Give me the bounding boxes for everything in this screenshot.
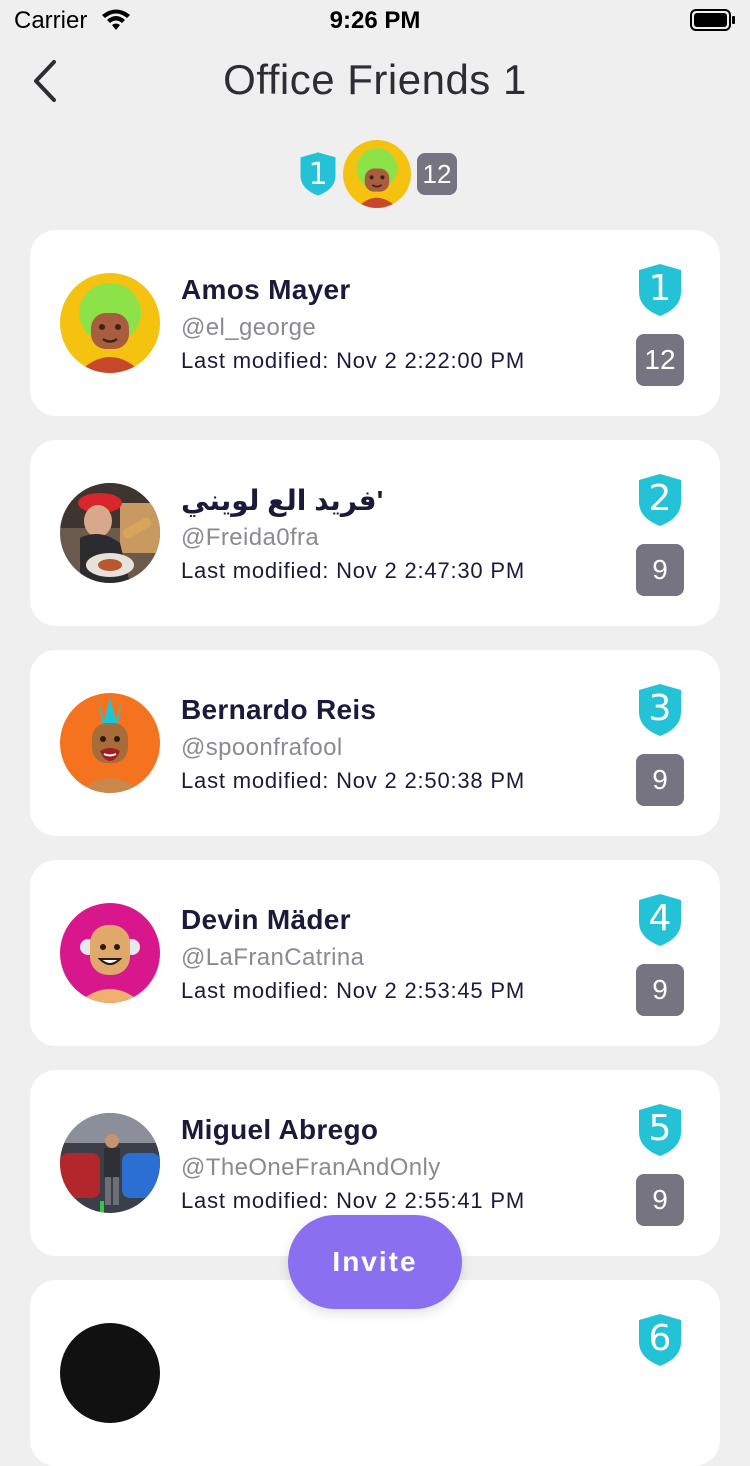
avatar (343, 140, 411, 208)
avatar (60, 693, 160, 793)
count-badge: 9 (636, 964, 684, 1016)
friend-card[interactable]: Bernardo Reis @spoonfrafool Last modifie… (30, 650, 720, 836)
friend-handle: @Freida0fra (181, 524, 320, 551)
avatar (60, 483, 160, 583)
summary-rank-number: 1 (308, 157, 328, 192)
friend-card[interactable]: فريد الع لويني' @Freida0fra Last modifie… (30, 440, 720, 626)
last-modified: Last modified: Nov 2 2:50:38 PM (181, 768, 525, 793)
friend-handle: @TheOneFranAndOnly (181, 1154, 441, 1181)
rank-number: 5 (648, 1108, 672, 1149)
count-badge: 12 (636, 334, 684, 386)
summary-count-badge: 12 (417, 153, 457, 195)
rank-badge: 5 (636, 1102, 684, 1158)
rank-number: 1 (648, 268, 672, 309)
rank-number: 3 (648, 688, 672, 729)
rank-badge: 6 (636, 1312, 684, 1368)
friend-handle: @LaFranCatrina (181, 944, 365, 971)
friend-name: Amos Mayer (181, 274, 351, 305)
avatar (60, 903, 160, 1003)
avatar (60, 1113, 160, 1213)
invite-button[interactable]: Invite (288, 1215, 462, 1309)
rank-badge: 4 (636, 892, 684, 948)
rank-number: 6 (648, 1318, 672, 1359)
last-modified: Last modified: Nov 2 2:53:45 PM (181, 978, 525, 1003)
friend-card[interactable]: Devin Mäder @LaFranCatrina Last modified… (30, 860, 720, 1046)
avatar (60, 273, 160, 373)
rank-badge: 1 (636, 262, 684, 318)
clock: 9:26 PM (329, 7, 421, 34)
friend-handle: @spoonfrafool (181, 734, 343, 761)
avatar (60, 1323, 160, 1423)
count-badge: 9 (636, 1174, 684, 1226)
count-badge: 9 (636, 544, 684, 596)
last-modified: Last modified: Nov 2 2:22:00 PM (181, 348, 525, 373)
page-title: Office Friends 1 (223, 56, 527, 103)
last-modified: Last modified: Nov 2 2:55:41 PM (181, 1188, 525, 1213)
last-modified: Last modified: Nov 2 2:47:30 PM (181, 558, 525, 583)
rank-badge: 3 (636, 682, 684, 738)
friend-name: فريد الع لويني' (181, 485, 384, 516)
rank-number: 2 (648, 478, 672, 519)
nav-bar: Office Friends 1 (0, 40, 750, 124)
friend-handle: @el_george (181, 314, 317, 341)
group-summary: 1 12 (0, 140, 750, 210)
status-bar: Carrier 9:26 PM (0, 0, 750, 40)
rank-number: 4 (648, 898, 672, 939)
friend-name: Devin Mäder (181, 904, 351, 935)
friend-name: Miguel Abrego (181, 1114, 379, 1145)
battery-icon (690, 9, 736, 36)
summary-rank-badge: 1 (298, 150, 338, 203)
friend-card[interactable]: Amos Mayer @el_george Last modified: Nov… (30, 230, 720, 416)
rank-badge: 2 (636, 472, 684, 528)
friend-name: Bernardo Reis (181, 694, 377, 725)
count-badge: 9 (636, 754, 684, 806)
